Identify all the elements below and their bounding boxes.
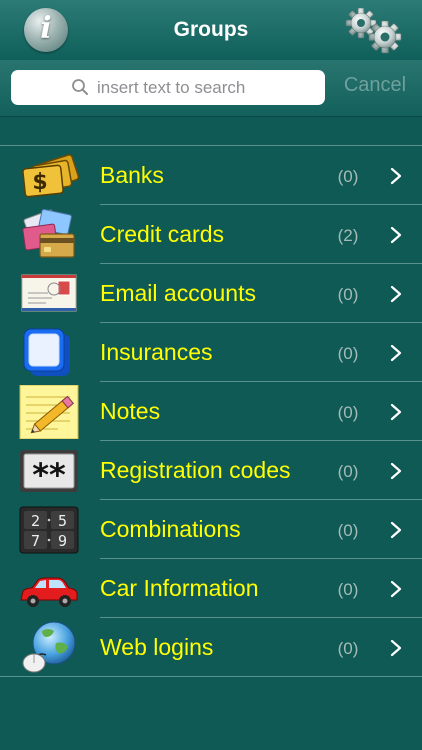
page-title: Groups xyxy=(173,18,249,41)
chevron-right-icon xyxy=(390,639,402,657)
group-count: (0) xyxy=(337,167,359,186)
cancel-button[interactable]: Cancel xyxy=(338,74,412,97)
group-row-car-information[interactable]: Car Information (0) xyxy=(0,559,422,618)
group-count: (0) xyxy=(337,580,359,599)
combination-digit: 5 xyxy=(58,512,67,530)
search-field[interactable] xyxy=(11,70,325,105)
group-label: Notes xyxy=(100,398,161,424)
group-label: Registration codes xyxy=(100,457,291,483)
search-icon xyxy=(72,79,88,95)
group-row-combinations[interactable]: 2 5 7 9 Combinations (0) xyxy=(0,500,422,559)
gears-icon xyxy=(345,7,402,54)
insurance-card-icon xyxy=(18,326,80,380)
group-count: (0) xyxy=(337,285,359,304)
group-row-credit-cards[interactable]: Credit cards (2) xyxy=(0,205,422,264)
chevron-right-icon xyxy=(390,285,402,303)
group-label: Car Information xyxy=(100,575,259,601)
group-label: Email accounts xyxy=(100,280,256,306)
navigation-bar: i Groups xyxy=(0,0,422,60)
combination-digit: 7 xyxy=(31,532,40,550)
group-row-web-logins[interactable]: Web logins (0) xyxy=(0,618,422,677)
number-keypad-icon: 2 5 7 9 xyxy=(18,503,80,557)
group-count: (0) xyxy=(337,462,359,481)
chevron-right-icon xyxy=(390,521,402,539)
group-count: (0) xyxy=(337,403,359,422)
group-row-email-accounts[interactable]: Email accounts (0) xyxy=(0,264,422,323)
chevron-right-icon xyxy=(390,462,402,480)
group-label: Banks xyxy=(100,162,164,188)
group-count: (0) xyxy=(337,639,359,658)
search-input[interactable] xyxy=(97,70,317,105)
group-row-banks[interactable]: $ Banks (0) xyxy=(0,146,422,205)
combination-digit: 2 xyxy=(31,512,40,530)
combination-digit: 9 xyxy=(58,532,67,550)
group-count: (2) xyxy=(337,226,359,245)
car-icon xyxy=(18,562,80,616)
groups-list: $ Banks (0) Credit cards (2) Email accou… xyxy=(0,146,422,677)
group-label: Web logins xyxy=(100,634,214,660)
globe-mouse-icon xyxy=(18,621,80,675)
notepad-icon xyxy=(18,385,80,439)
money-icon: $ xyxy=(18,149,80,203)
chevron-right-icon xyxy=(390,167,402,185)
search-bar: Cancel xyxy=(0,60,422,117)
group-row-notes[interactable]: Notes (0) xyxy=(0,382,422,441)
registration-symbol: ** xyxy=(32,456,66,494)
banks-symbol: $ xyxy=(32,170,47,195)
chevron-right-icon xyxy=(390,580,402,598)
chevron-right-icon xyxy=(390,344,402,362)
credit-card-icon xyxy=(18,208,80,262)
info-button[interactable]: i xyxy=(24,8,68,52)
chevron-right-icon xyxy=(390,403,402,421)
group-label: Credit cards xyxy=(100,221,224,247)
group-label: Insurances xyxy=(100,339,213,365)
group-row-insurances[interactable]: Insurances (0) xyxy=(0,323,422,382)
envelope-icon xyxy=(18,267,80,321)
settings-button[interactable] xyxy=(344,6,404,56)
group-count: (0) xyxy=(337,344,359,363)
asterisk-code-icon: ** xyxy=(18,444,80,498)
group-label: Combinations xyxy=(100,516,241,542)
info-icon: i xyxy=(40,11,52,46)
group-row-registration-codes[interactable]: ** Registration codes (0) xyxy=(0,441,422,500)
chevron-right-icon xyxy=(390,226,402,244)
group-count: (0) xyxy=(337,521,359,540)
